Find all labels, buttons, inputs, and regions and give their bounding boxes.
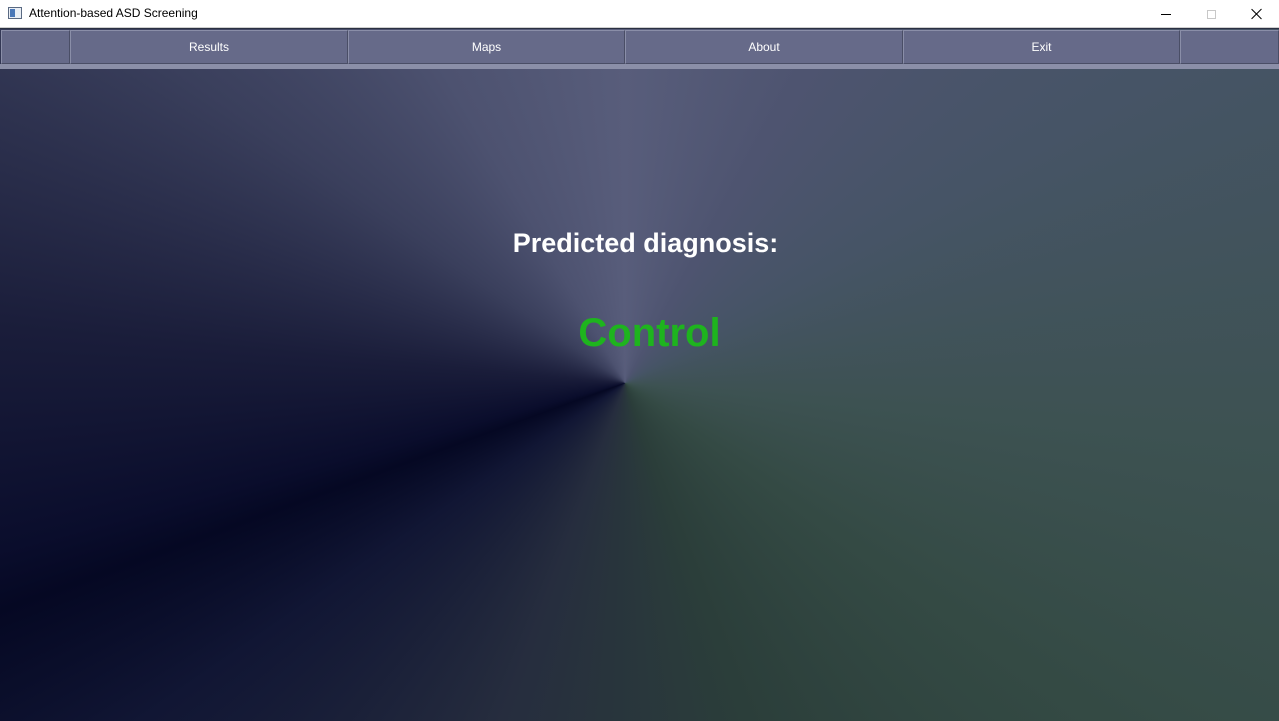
toolbar-divider (0, 64, 1279, 69)
close-icon (1251, 8, 1263, 20)
maximize-icon (1206, 9, 1216, 19)
minimize-button[interactable] (1143, 0, 1189, 28)
title-bar: Attention-based ASD Screening (0, 0, 1279, 28)
close-button[interactable] (1234, 0, 1279, 28)
toolbar-spacer-left[interactable] (1, 30, 70, 64)
diagnosis-heading: Predicted diagnosis: (512, 228, 779, 258)
maps-button[interactable]: Maps (348, 30, 625, 64)
maximize-button[interactable] (1188, 0, 1234, 28)
minimize-icon (1161, 13, 1171, 15)
exit-button[interactable]: Exit (903, 30, 1180, 64)
toolbar-spacer-right[interactable] (1180, 30, 1279, 64)
window-title: Attention-based ASD Screening (29, 6, 198, 20)
app-window-icon (8, 7, 22, 19)
toolbar: Results Maps About Exit (0, 29, 1279, 69)
about-button[interactable]: About (625, 30, 903, 64)
diagnosis-result: Control (578, 311, 721, 355)
results-button[interactable]: Results (70, 30, 348, 64)
app-window: Attention-based ASD Screening Results Ma… (0, 0, 1279, 721)
main-panel (0, 29, 1279, 721)
